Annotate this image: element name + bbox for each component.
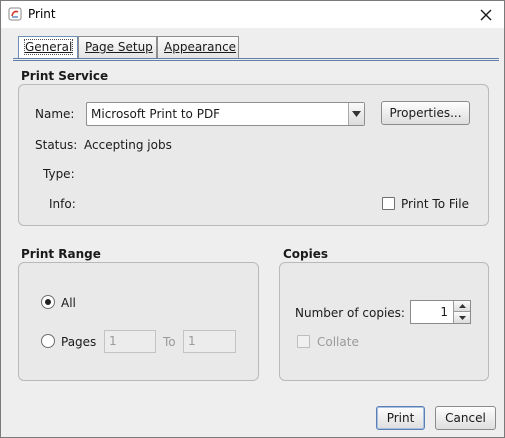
to-label: To: [163, 335, 176, 349]
name-label: Name:: [35, 107, 75, 121]
close-button[interactable]: [474, 3, 498, 27]
printer-select-value: Microsoft Print to PDF: [91, 107, 221, 121]
print-service-title: Print Service: [21, 69, 109, 83]
print-dialog: General Page Setup Appearance Print Serv…: [0, 28, 505, 438]
number-of-copies-label: Number of copies:: [295, 306, 405, 320]
tab-page-setup-label: Page Setup: [85, 40, 153, 54]
cancel-button[interactable]: Cancel: [435, 406, 496, 430]
all-label[interactable]: All: [61, 296, 76, 310]
close-icon: [480, 9, 492, 21]
window-title: Print: [28, 7, 56, 21]
copies-spinner[interactable]: 1: [410, 300, 471, 324]
print-range-group: [18, 262, 259, 381]
print-range-title: Print Range: [21, 247, 101, 261]
collate-checkbox[interactable]: [297, 335, 310, 348]
printer-select[interactable]: Microsoft Print to PDF: [86, 102, 365, 126]
pages-to-field[interactable]: 1: [183, 330, 236, 353]
collate-label: Collate: [317, 335, 359, 349]
tab-page-setup[interactable]: Page Setup: [78, 36, 157, 58]
title-bar: Print: [0, 0, 505, 28]
print-app-icon: [8, 7, 22, 21]
tab-underline: [13, 58, 499, 61]
info-label: Info:: [49, 197, 76, 211]
copies-title: Copies: [283, 247, 329, 261]
tab-appearance[interactable]: Appearance: [157, 36, 239, 58]
all-radio[interactable]: [41, 295, 55, 309]
pages-radio[interactable]: [41, 334, 55, 348]
spinner-up-icon[interactable]: [453, 301, 470, 312]
pages-from-field[interactable]: 1: [104, 330, 156, 353]
chevron-down-icon[interactable]: [348, 103, 364, 125]
print-button[interactable]: Print: [376, 406, 425, 430]
pages-label[interactable]: Pages: [61, 335, 96, 349]
spinner-down-icon[interactable]: [453, 312, 470, 323]
status-value: Accepting jobs: [84, 138, 172, 152]
tab-general-label: General: [23, 39, 74, 55]
copies-spinner-value[interactable]: 1: [440, 305, 448, 319]
tab-general[interactable]: General: [18, 36, 78, 58]
type-label: Type:: [43, 167, 75, 181]
print-to-file-checkbox[interactable]: [382, 197, 395, 210]
properties-button[interactable]: Properties...: [381, 101, 470, 125]
tab-appearance-label: Appearance: [164, 40, 237, 54]
status-label: Status:: [35, 138, 78, 152]
print-to-file-label[interactable]: Print To File: [401, 197, 469, 211]
